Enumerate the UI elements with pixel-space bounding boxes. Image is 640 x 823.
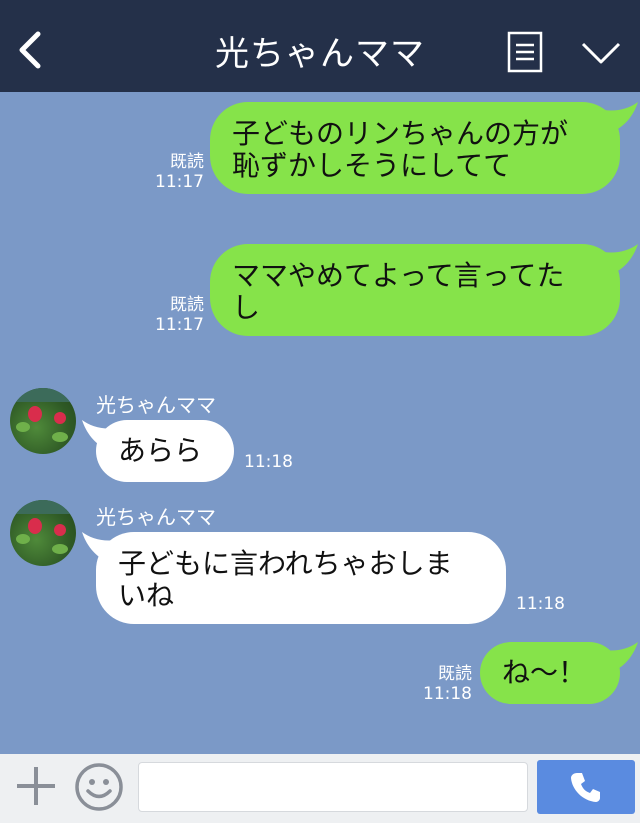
chevron-down-icon[interactable] — [580, 38, 622, 68]
message-text: ね〜！ — [502, 656, 587, 689]
message-meta: 既読 11:17 — [152, 152, 204, 192]
message-bubble-incoming[interactable]: 子どもに言われちゃおしま いね — [96, 532, 506, 624]
message-time: 11:18 — [423, 684, 472, 704]
list-icon[interactable] — [507, 31, 543, 73]
read-receipt: 既読 — [170, 295, 204, 315]
bubble-tail — [604, 102, 638, 132]
avatar[interactable] — [10, 388, 76, 454]
message-meta: 既読 11:17 — [152, 295, 204, 335]
read-receipt: 既読 — [438, 664, 472, 684]
message-time: 11:18 — [516, 594, 565, 614]
message-text: 恥ずかしそうにしてて — [232, 149, 512, 182]
message-time: 11:18 — [244, 452, 293, 472]
read-receipt: 既読 — [170, 152, 204, 172]
message-text: 子どもに言われちゃおしま — [118, 547, 453, 580]
message-bubble-outgoing[interactable]: 子どものリンちゃんの方が 恥ずかしそうにしてて — [210, 102, 620, 194]
message-meta: 既読 11:18 — [420, 664, 472, 704]
smile-icon[interactable] — [74, 762, 124, 812]
chat-header: 光ちゃんママ — [0, 0, 640, 92]
bubble-tail — [604, 642, 638, 672]
message-text: ママやめてよって言ってた — [232, 259, 565, 292]
message-text: し — [232, 291, 261, 324]
message-text: あらら — [118, 434, 203, 467]
call-button[interactable] — [537, 760, 635, 814]
avatar[interactable] — [10, 500, 76, 566]
message-text: 子どものリンちゃんの方が — [232, 117, 569, 150]
sender-name: 光ちゃんママ — [96, 393, 216, 417]
plus-icon[interactable] — [14, 764, 58, 808]
message-bubble-incoming[interactable]: あらら — [96, 420, 234, 482]
message-input[interactable] — [138, 762, 528, 812]
bubble-tail — [604, 244, 638, 274]
phone-icon — [571, 773, 600, 802]
chat-title: 光ちゃんママ — [215, 34, 425, 74]
message-bubble-outgoing[interactable]: ね〜！ — [480, 642, 620, 704]
message-time: 11:17 — [155, 172, 204, 192]
message-bubble-outgoing[interactable]: ママやめてよって言ってた し — [210, 244, 620, 336]
message-time: 11:17 — [155, 315, 204, 335]
message-text: いね — [118, 579, 175, 612]
sender-name: 光ちゃんママ — [96, 505, 216, 529]
